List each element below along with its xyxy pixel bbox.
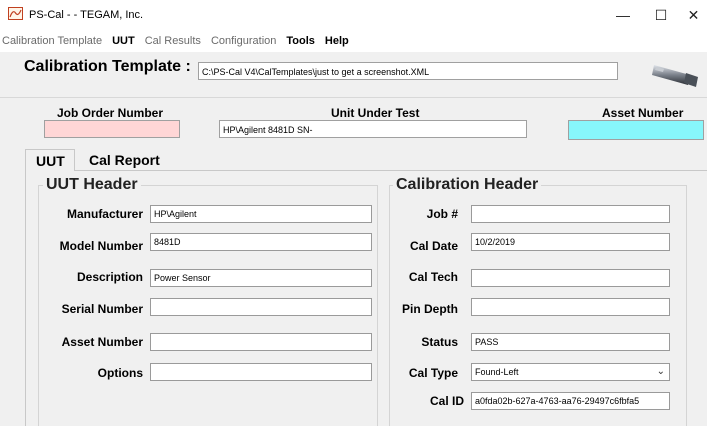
- job-order-number-field[interactable]: [44, 120, 180, 138]
- job-number-field[interactable]: [471, 205, 670, 223]
- template-path-field[interactable]: C:\PS-Cal V4\CalTemplates\just to get a …: [198, 62, 618, 80]
- job-order-number-label: Job Order Number: [57, 106, 164, 120]
- manufacturer-field[interactable]: HP\Agilent: [150, 205, 372, 223]
- job-number-label: Job #: [426, 207, 458, 221]
- serial-number-label: Serial Number: [61, 302, 143, 316]
- asset-number-label: Asset Number: [602, 106, 684, 120]
- app-icon: [8, 7, 23, 20]
- model-number-field[interactable]: 8481D: [150, 233, 372, 251]
- menu-cal-results[interactable]: Cal Results: [140, 35, 206, 47]
- description-label: Description: [76, 270, 143, 284]
- menu-help[interactable]: Help: [320, 35, 354, 47]
- unit-under-test-field[interactable]: HP\Agilent 8481D SN-: [219, 120, 527, 138]
- uut-asset-number-field[interactable]: [150, 333, 372, 351]
- options-field[interactable]: [150, 363, 372, 381]
- cal-tech-field[interactable]: [471, 269, 670, 287]
- asset-number-field[interactable]: [568, 120, 704, 140]
- title-bar: PS-Cal - - TEGAM, Inc. — ☐ ✕: [0, 0, 707, 30]
- cal-date-field[interactable]: 10/2/2019: [471, 233, 670, 251]
- menu-calibration-template[interactable]: Calibration Template: [0, 35, 107, 47]
- close-button[interactable]: ✕: [680, 0, 707, 30]
- calibration-header-title: Calibration Header: [393, 176, 542, 194]
- description-field[interactable]: Power Sensor: [150, 269, 372, 287]
- pin-depth-field[interactable]: [471, 298, 670, 316]
- menu-tools[interactable]: Tools: [281, 35, 320, 47]
- maximize-button[interactable]: ☐: [638, 0, 684, 30]
- maximize-icon: ☐: [654, 6, 668, 23]
- cal-type-value: Found-Left: [475, 367, 519, 377]
- cal-type-select[interactable]: Found-Left ⌄: [471, 363, 670, 381]
- status-field[interactable]: PASS: [471, 333, 670, 351]
- minimize-icon: —: [616, 7, 630, 23]
- status-label: Status: [421, 335, 458, 349]
- pin-depth-label: Pin Depth: [402, 302, 458, 316]
- close-icon: ✕: [687, 6, 700, 23]
- header-separator: [0, 97, 707, 98]
- window-title: PS-Cal - - TEGAM, Inc.: [29, 9, 144, 21]
- power-sensor-image: [652, 55, 698, 91]
- menu-bar: Calibration Template UUT Cal Results Con…: [0, 30, 707, 52]
- calibration-template-label: Calibration Template :: [24, 58, 191, 75]
- tab-uut[interactable]: UUT: [25, 149, 75, 171]
- tab-cal-report[interactable]: Cal Report: [81, 149, 167, 171]
- cal-type-label: Cal Type: [408, 366, 458, 380]
- manufacturer-label: Manufacturer: [66, 207, 143, 221]
- unit-under-test-label: Unit Under Test: [331, 106, 420, 120]
- uut-header-title: UUT Header: [43, 176, 141, 194]
- cal-date-label: Cal Date: [409, 239, 458, 253]
- chevron-down-icon[interactable]: ⌄: [657, 364, 665, 380]
- cal-id-label: Cal ID: [429, 394, 464, 408]
- menu-configuration[interactable]: Configuration: [206, 35, 281, 47]
- serial-number-field[interactable]: [150, 298, 372, 316]
- options-label: Options: [97, 366, 143, 380]
- menu-uut[interactable]: UUT: [107, 35, 140, 47]
- cal-tech-label: Cal Tech: [408, 270, 458, 284]
- model-number-label: Model Number: [59, 239, 143, 253]
- uut-asset-number-label: Asset Number: [61, 335, 143, 349]
- cal-id-field[interactable]: a0fda02b-627a-4763-aa76-29497c6fbfa5: [471, 392, 670, 410]
